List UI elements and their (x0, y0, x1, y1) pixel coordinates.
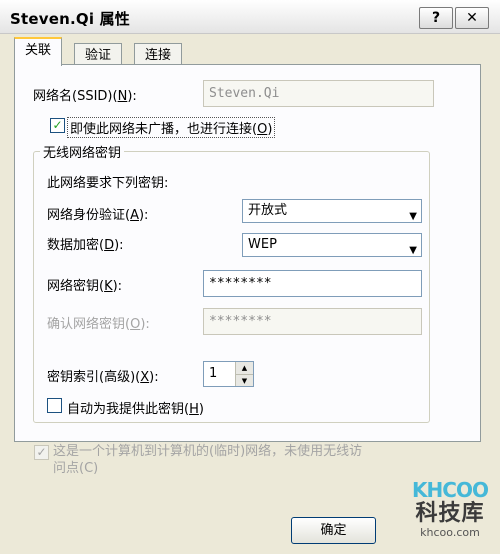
ssid-label: 网络名(SSID)(N): (33, 89, 137, 104)
ok-button[interactable]: 确定 (291, 517, 376, 544)
confirm-key-label: 确认网络密钥(O): (47, 317, 150, 332)
stepper-down-icon[interactable]: ▼ (235, 374, 253, 386)
broadcast-checkbox[interactable]: ✓ (50, 118, 65, 133)
watermark-name: 科技库 (415, 501, 485, 526)
tab-association[interactable]: 关联 (14, 37, 63, 66)
watermark: KHCOO 科技库 khcoo.com (400, 478, 500, 554)
dropdown-arrow-icon: ▼ (409, 211, 417, 222)
adhoc-checkbox[interactable]: ✓ (34, 445, 49, 460)
help-icon: ? (431, 10, 441, 26)
key-index-label: 密钥索引(高级)(X): (47, 370, 159, 385)
network-key-field[interactable]: ******** (203, 270, 422, 297)
key-index-value: 1 (209, 366, 218, 381)
encryption-select[interactable]: WEP ▼ (242, 233, 422, 257)
auth-label: 网络身份验证(A): (47, 208, 149, 223)
auto-key-label: 自动为我提供此密钥(H) (67, 402, 204, 417)
group-title: 无线网络密钥 (40, 142, 125, 161)
adhoc-label: 这是一个计算机到计算机的(临时)网络，未使用无线访 问点(C) (53, 444, 363, 476)
close-icon: ✕ (466, 10, 478, 26)
key-index-stepper[interactable]: 1 ▲ ▼ (203, 361, 254, 387)
close-button[interactable]: ✕ (455, 7, 489, 29)
auth-select[interactable]: 开放式 ▼ (242, 199, 422, 223)
ssid-field[interactable]: Steven.Qi (203, 80, 434, 107)
watermark-url: khcoo.com (420, 526, 480, 539)
title-bar: Steven.Qi 属性 ? ✕ (0, 0, 500, 34)
window-title: Steven.Qi 属性 (10, 10, 130, 28)
tab-authentication-label: 验证 (85, 48, 112, 63)
auto-key-checkbox[interactable] (47, 398, 62, 413)
broadcast-label: 即使此网络未广播，也进行连接(O) (67, 117, 276, 138)
help-button[interactable]: ? (419, 7, 453, 29)
encryption-label: 数据加密(D): (47, 238, 124, 253)
network-key-label: 网络密钥(K): (47, 279, 123, 294)
tab-association-label: 关联 (25, 43, 52, 58)
tab-connection-label: 连接 (145, 48, 172, 63)
stepper-up-icon[interactable]: ▲ (235, 362, 253, 374)
watermark-logo: KHCOO (412, 478, 489, 502)
encryption-select-value: WEP (248, 237, 277, 252)
dropdown-arrow-icon: ▼ (409, 245, 417, 256)
confirm-key-field[interactable]: ******** (203, 308, 422, 335)
key-intro-text: 此网络要求下列密钥: (47, 176, 169, 191)
auth-select-value: 开放式 (248, 203, 288, 218)
